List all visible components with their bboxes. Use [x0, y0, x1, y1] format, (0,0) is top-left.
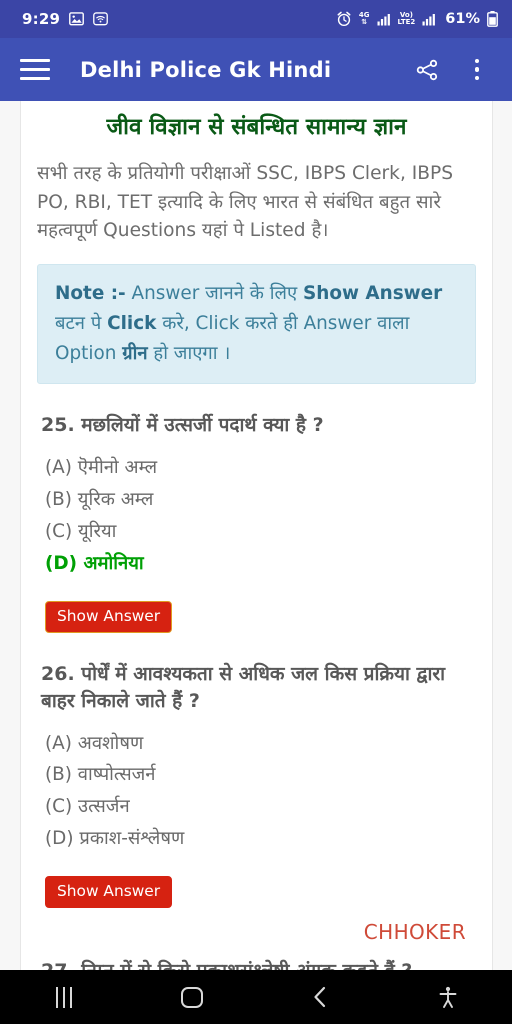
app-bar: Delhi Police Gk Hindi — [0, 38, 512, 101]
webview-content-area[interactable]: जीव विज्ञान से संबन्धित सामान्य ज्ञान सभ… — [0, 101, 512, 970]
option-list: (A) अवशोषण (B) वाष्पोत्सजर्न (C) उत्सर्ज… — [37, 715, 476, 855]
note-box: Note :- Answer जानने के लिए Show Answer … — [37, 264, 476, 385]
article-page: जीव विज्ञान से संबन्धित सामान्य ज्ञान सभ… — [20, 101, 493, 970]
note-bold-click: Click — [107, 312, 157, 334]
question-text: 26. पोर्धें में आवश्यकता से अधिक जल किस … — [41, 662, 446, 712]
note-text-2: बटन पे — [55, 312, 108, 334]
option-a[interactable]: (A) ऎमीनो अम्ल — [45, 452, 476, 484]
alarm-icon — [336, 11, 352, 27]
image-icon — [69, 12, 85, 26]
status-bar: 9:29 4G ⇅ Vo) LTE2 61% — [0, 0, 512, 38]
option-list: (A) ऎमीनो अम्ल (B) यूरिक अम्ल (C) यूरिया… — [37, 439, 476, 579]
option-c[interactable]: (C) यूरिया — [45, 516, 476, 548]
back-icon[interactable] — [256, 970, 384, 1024]
home-icon[interactable] — [128, 970, 256, 1024]
note-text-1: Answer जानने के लिए — [125, 283, 304, 304]
note-bold-green: ग्रीन — [122, 342, 148, 364]
app-title: Delhi Police Gk Hindi — [80, 57, 332, 82]
note-bold-show-answer: Show Answer — [303, 283, 443, 304]
recents-icon[interactable] — [0, 970, 128, 1024]
intro-paragraph: सभी तरह के प्रतियोगी परीक्षाओं SSC, IBPS… — [37, 163, 454, 241]
question-block: 26. पोर्धें में आवश्यकता से अधिक जल किस … — [37, 633, 476, 908]
share-icon[interactable] — [410, 53, 444, 87]
note-label: Note :- — [55, 283, 126, 304]
accessibility-icon[interactable] — [384, 970, 512, 1024]
page-title: जीव विज्ञान से संबन्धित सामान्य ज्ञान — [106, 114, 407, 140]
question-text: 25. मछलियों में उत्सर्जी पदार्थ क्या है … — [41, 414, 324, 437]
question-block: 25. मछलियों में उत्सर्जी पदार्थ क्या है … — [37, 384, 476, 633]
show-answer-button[interactable]: Show Answer — [45, 600, 173, 633]
volte-label: Vo) LTE2 — [397, 11, 416, 26]
more-vertical-icon[interactable] — [460, 53, 494, 87]
status-bar-left: 9:29 — [22, 10, 108, 28]
android-nav-bar — [0, 970, 512, 1024]
option-b[interactable]: (B) वाष्पोत्सजर्न — [45, 759, 476, 791]
watermark-label: CHHOKER — [363, 919, 466, 944]
wifi-icon — [93, 12, 108, 26]
option-c[interactable]: (C) उत्सर्जन — [45, 791, 476, 823]
question-text: 27. निम्न में से किसे प्रकाशसंश्लेषी अंग… — [37, 944, 476, 970]
network-type-label: 4G ⇅ — [358, 11, 370, 26]
option-d[interactable]: (D) अमोनिया — [45, 548, 476, 580]
signal-bars-icon-1 — [377, 12, 391, 26]
note-text-4: हो जाएगा । — [147, 342, 231, 364]
hamburger-menu-icon[interactable] — [20, 58, 50, 81]
signal-bars-icon-2 — [422, 12, 436, 26]
option-d[interactable]: (D) प्रकाश-संश्लेषण — [45, 823, 476, 855]
status-time: 9:29 — [22, 10, 61, 28]
battery-percent-label: 61% — [445, 11, 480, 27]
show-answer-button[interactable]: Show Answer — [45, 875, 173, 908]
option-b[interactable]: (B) यूरिक अम्ल — [45, 484, 476, 516]
option-a[interactable]: (A) अवशोषण — [45, 728, 476, 760]
battery-icon — [487, 11, 498, 27]
status-bar-right: 4G ⇅ Vo) LTE2 61% — [336, 11, 498, 27]
